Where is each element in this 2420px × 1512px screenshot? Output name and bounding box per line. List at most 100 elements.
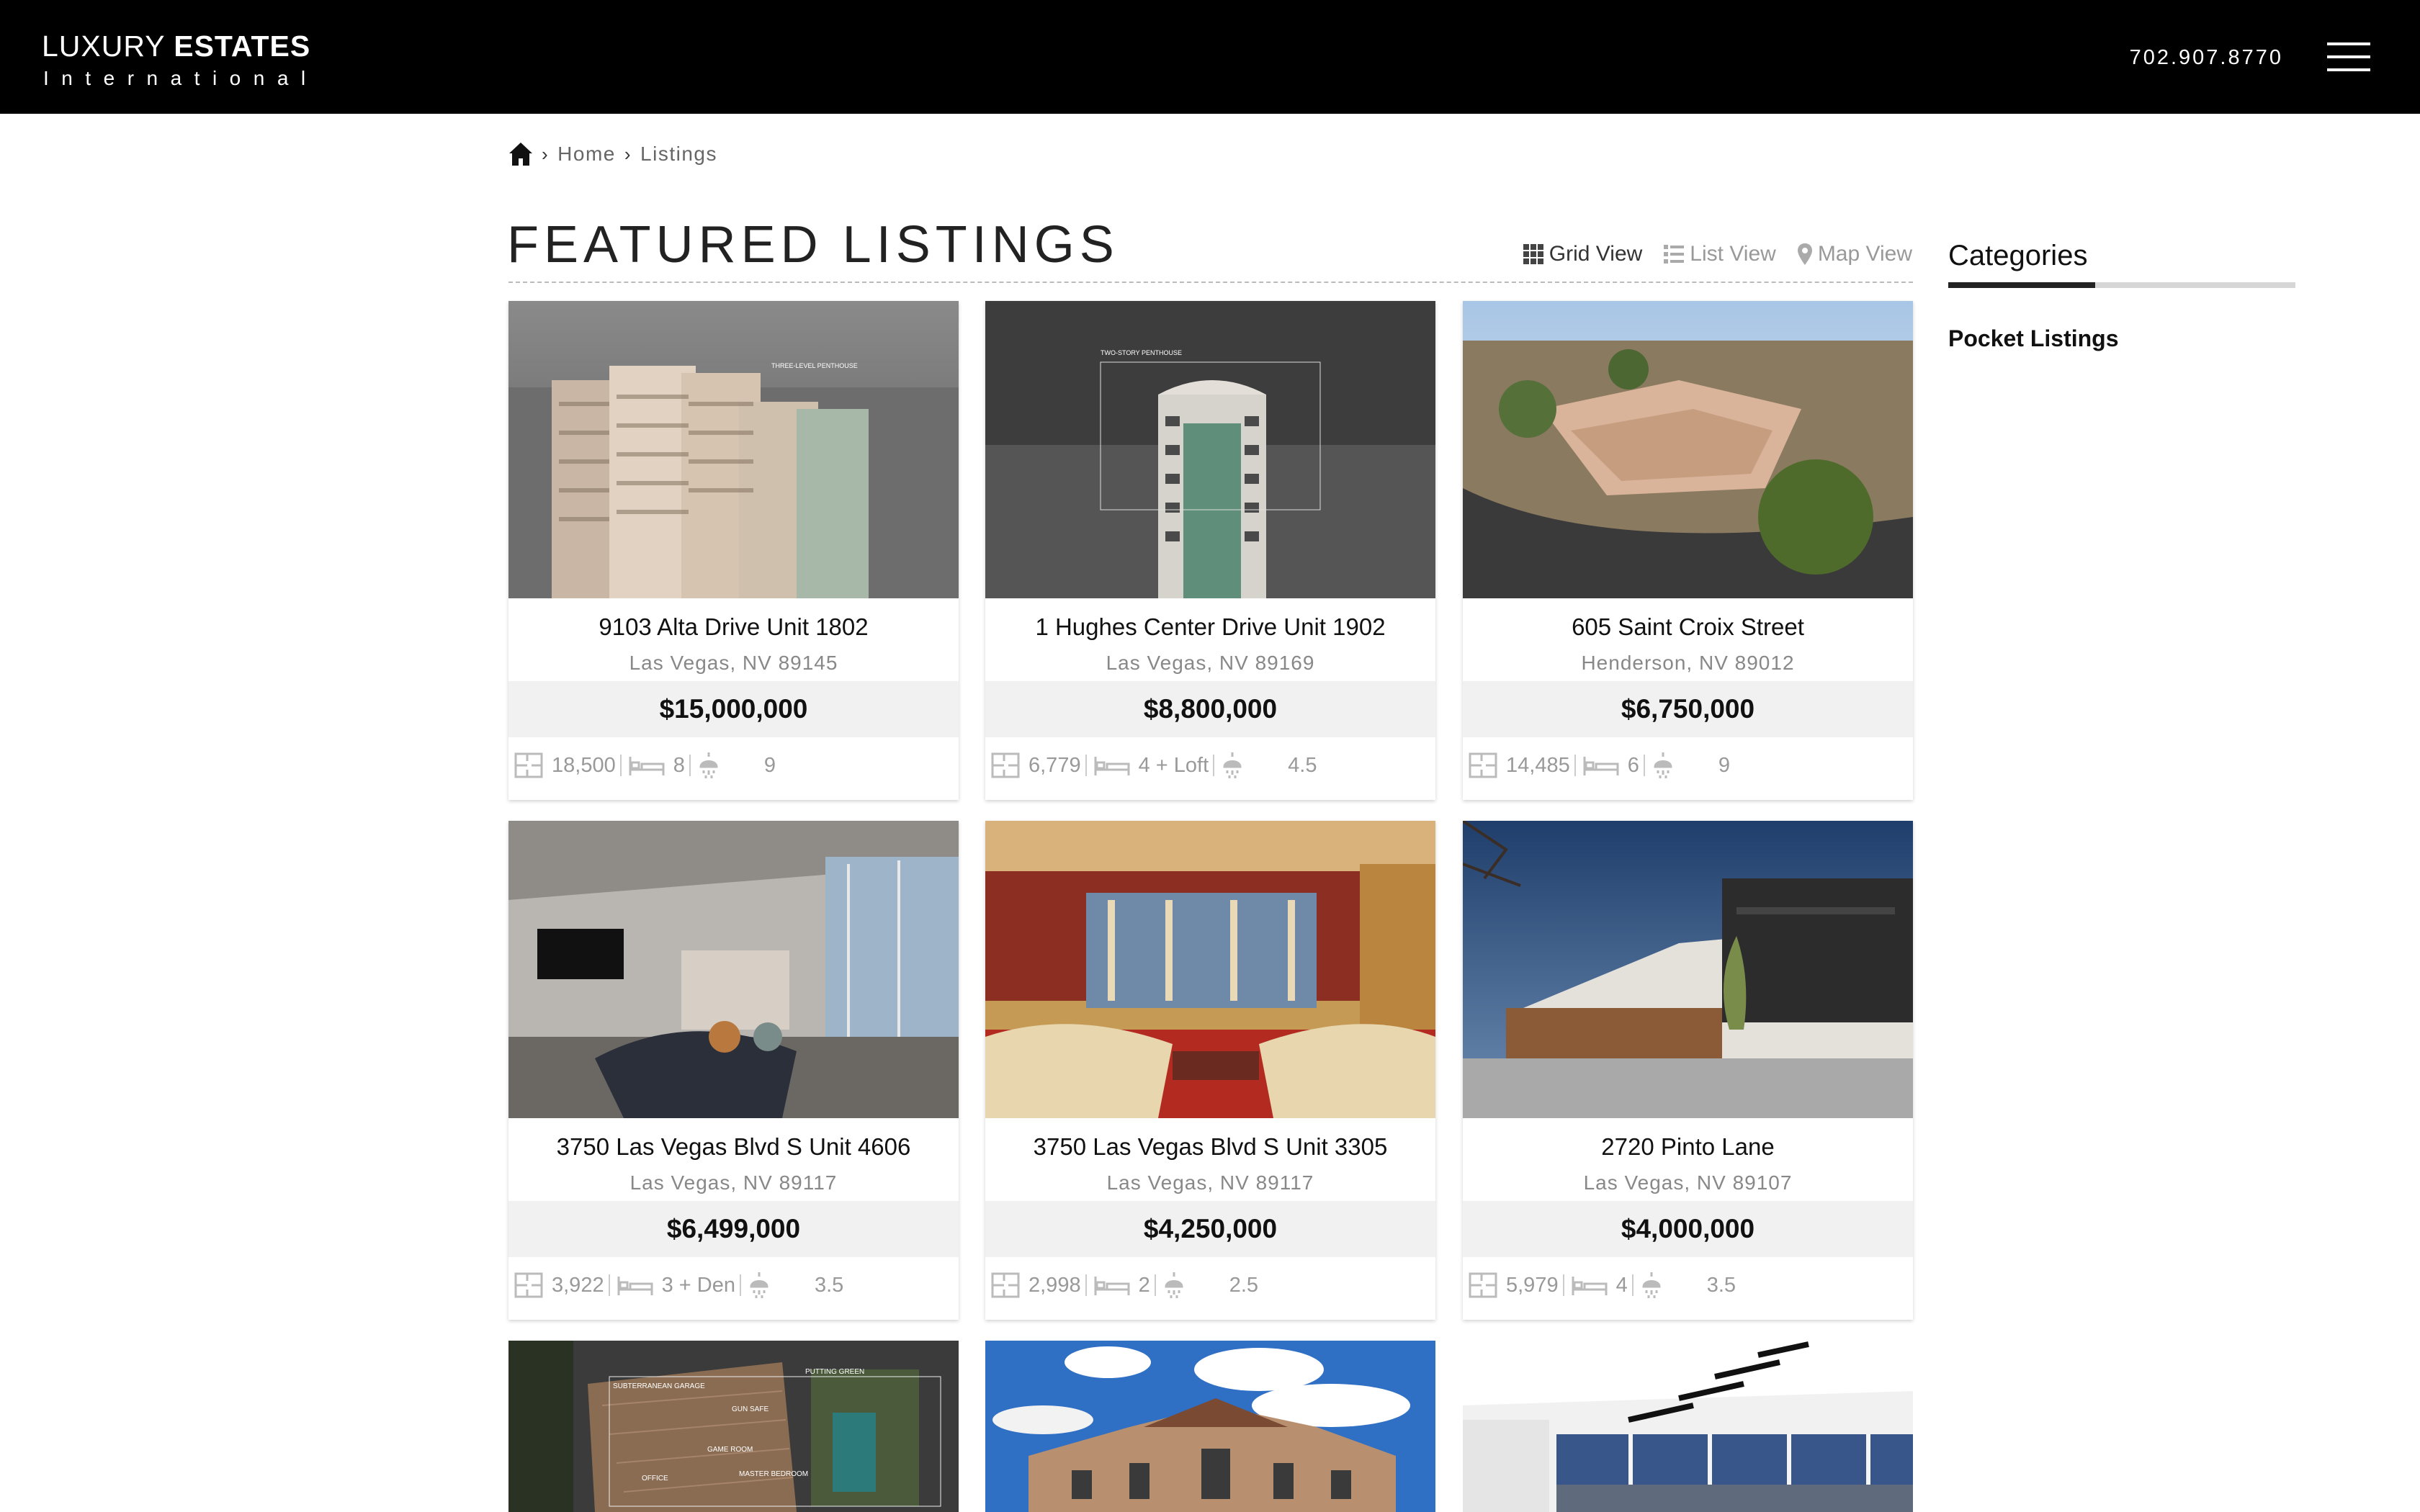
listing-sqft: 5,979 bbox=[1506, 1273, 1559, 1297]
grid-icon bbox=[1523, 244, 1543, 264]
floorplan-icon bbox=[514, 752, 543, 778]
floorplan-icon bbox=[1469, 1272, 1497, 1298]
phone-number-link[interactable]: 702.907.8770 bbox=[2130, 45, 2283, 71]
map-view-label: Map View bbox=[1817, 242, 1912, 266]
listing-card[interactable] bbox=[985, 1341, 1435, 1512]
listing-card[interactable]: 3750 Las Vegas Blvd S Unit 4606 Las Vega… bbox=[508, 821, 959, 1320]
floorplan-icon bbox=[991, 1272, 1020, 1298]
listing-baths: 3.5 bbox=[1706, 1273, 1736, 1297]
logo-subtitle: International bbox=[43, 67, 318, 89]
listing-baths: 9 bbox=[1718, 753, 1730, 777]
listing-photo[interactable]: THREE-LEVEL PENTHOUSE bbox=[508, 301, 959, 598]
photo-label: SUBTERRANEAN GARAGE bbox=[613, 1382, 705, 1390]
map-pin-icon bbox=[1797, 243, 1812, 265]
photo-label: MASTER BEDROOM bbox=[739, 1470, 808, 1478]
listing-photo[interactable] bbox=[1463, 1341, 1913, 1512]
listing-photo[interactable] bbox=[985, 821, 1435, 1118]
listing-city: Las Vegas, NV 89117 bbox=[1106, 1171, 1314, 1194]
shower-icon bbox=[750, 1272, 768, 1298]
map-view-button[interactable]: Map View bbox=[1797, 242, 1912, 266]
listing-address[interactable]: 2720 Pinto Lane bbox=[1463, 1132, 1913, 1162]
view-toggle-group: Grid View List View Map View bbox=[1502, 242, 1912, 266]
breadcrumb: › Home › Listings bbox=[508, 140, 717, 168]
shower-icon bbox=[1642, 1272, 1661, 1298]
listing-card[interactable]: SUBTERRANEAN GARAGE PUTTING GREEN GUN SA… bbox=[508, 1341, 959, 1512]
home-icon[interactable] bbox=[508, 141, 533, 167]
bed-icon bbox=[1094, 757, 1130, 775]
listing-baths: 2.5 bbox=[1229, 1273, 1259, 1297]
listing-photo[interactable]: TWO-STORY PENTHOUSE bbox=[985, 301, 1435, 598]
shower-icon bbox=[1165, 1272, 1183, 1298]
menu-icon[interactable] bbox=[2327, 41, 2370, 73]
chevron-right-icon: › bbox=[542, 143, 550, 165]
logo-word-luxury: LUXURY bbox=[42, 30, 174, 63]
listing-city: Henderson, NV 89012 bbox=[1581, 652, 1795, 674]
grid-view-label: Grid View bbox=[1549, 242, 1643, 266]
listing-card[interactable]: 605 Saint Croix Street Henderson, NV 890… bbox=[1463, 301, 1913, 800]
listing-stats: 6,779 4 + Loft 4.5 bbox=[991, 747, 1321, 783]
site-logo[interactable]: LUXURY ESTATES International bbox=[42, 29, 318, 91]
category-pocket-listings[interactable]: Pocket Listings bbox=[1948, 325, 2295, 352]
floorplan-icon bbox=[514, 1272, 543, 1298]
listing-price: $4,250,000 bbox=[985, 1201, 1435, 1257]
categories-sidebar: Categories Pocket Listings bbox=[1948, 238, 2295, 352]
listing-city: Las Vegas, NV 89169 bbox=[1106, 652, 1315, 674]
listing-price: $6,750,000 bbox=[1463, 681, 1913, 737]
listing-beds: 2 bbox=[1138, 1273, 1150, 1297]
listing-address[interactable]: 9103 Alta Drive Unit 1802 bbox=[508, 612, 959, 642]
bed-icon bbox=[617, 1277, 653, 1295]
title-divider bbox=[508, 282, 1913, 283]
listing-photo[interactable] bbox=[985, 1341, 1435, 1512]
bed-icon bbox=[1572, 1277, 1608, 1295]
listing-baths: 4.5 bbox=[1288, 753, 1317, 777]
listing-sqft: 3,922 bbox=[552, 1273, 604, 1297]
breadcrumb-home-link[interactable]: Home bbox=[557, 143, 616, 166]
categories-underline bbox=[1948, 282, 2295, 288]
listing-card[interactable] bbox=[1463, 1341, 1913, 1512]
logo-wordmark: LUXURY ESTATES bbox=[42, 29, 318, 63]
listing-sqft: 2,998 bbox=[1028, 1273, 1081, 1297]
shower-icon bbox=[1223, 752, 1242, 778]
listing-city: Las Vegas, NV 89107 bbox=[1583, 1171, 1793, 1194]
listing-city: Las Vegas, NV 89117 bbox=[629, 1171, 838, 1194]
logo-word-estates: ESTATES bbox=[174, 30, 311, 63]
floorplan-icon bbox=[991, 752, 1020, 778]
floorplan-icon bbox=[1469, 752, 1497, 778]
listing-card[interactable]: THREE-LEVEL PENTHOUSE 9103 Alta Drive Un… bbox=[508, 301, 959, 800]
listing-card[interactable]: TWO-STORY PENTHOUSE 1 Hughes Center Driv… bbox=[985, 301, 1435, 800]
listing-price: $4,000,000 bbox=[1463, 1201, 1913, 1257]
listing-beds: 8 bbox=[673, 753, 685, 777]
photo-label: GAME ROOM bbox=[707, 1446, 753, 1454]
listing-photo[interactable] bbox=[508, 821, 959, 1118]
listing-photo[interactable]: SUBTERRANEAN GARAGE PUTTING GREEN GUN SA… bbox=[508, 1341, 959, 1512]
listing-address[interactable]: 3750 Las Vegas Blvd S Unit 3305 bbox=[985, 1132, 1435, 1162]
listing-address[interactable]: 1 Hughes Center Drive Unit 1902 bbox=[985, 612, 1435, 642]
list-view-button[interactable]: List View bbox=[1664, 242, 1776, 266]
list-icon bbox=[1664, 245, 1685, 264]
listing-card[interactable]: 2720 Pinto Lane Las Vegas, NV 89107 $4,0… bbox=[1463, 821, 1913, 1320]
bed-icon bbox=[629, 757, 665, 775]
listing-address[interactable]: 605 Saint Croix Street bbox=[1463, 612, 1913, 642]
listing-stats: 3,922 3 + Den 3.5 bbox=[514, 1267, 848, 1303]
grid-view-button[interactable]: Grid View bbox=[1523, 242, 1643, 266]
bed-icon bbox=[1583, 757, 1619, 775]
listing-address[interactable]: 3750 Las Vegas Blvd S Unit 4606 bbox=[508, 1132, 959, 1162]
photo-caption: THREE-LEVEL PENTHOUSE bbox=[771, 362, 858, 369]
shower-icon bbox=[699, 752, 718, 778]
listing-beds: 4 + Loft bbox=[1138, 753, 1209, 777]
chevron-right-icon: › bbox=[624, 143, 632, 165]
listing-stats: 18,500 8 9 bbox=[514, 747, 780, 783]
listing-beds: 4 bbox=[1615, 1273, 1628, 1297]
listing-beds: 3 + Den bbox=[661, 1273, 735, 1297]
photo-label: GUN SAFE bbox=[732, 1405, 768, 1413]
listing-stats: 14,485 6 9 bbox=[1469, 747, 1734, 783]
shower-icon bbox=[1654, 752, 1672, 778]
photo-caption: TWO-STORY PENTHOUSE bbox=[1101, 349, 1182, 356]
site-header: LUXURY ESTATES International 702.907.877… bbox=[0, 0, 2420, 114]
listing-price: $8,800,000 bbox=[985, 681, 1435, 737]
listing-card[interactable]: 3750 Las Vegas Blvd S Unit 3305 Las Vega… bbox=[985, 821, 1435, 1320]
listing-photo[interactable] bbox=[1463, 821, 1913, 1118]
listing-photo[interactable] bbox=[1463, 301, 1913, 598]
list-view-label: List View bbox=[1690, 242, 1776, 266]
listing-city: Las Vegas, NV 89145 bbox=[629, 652, 838, 674]
